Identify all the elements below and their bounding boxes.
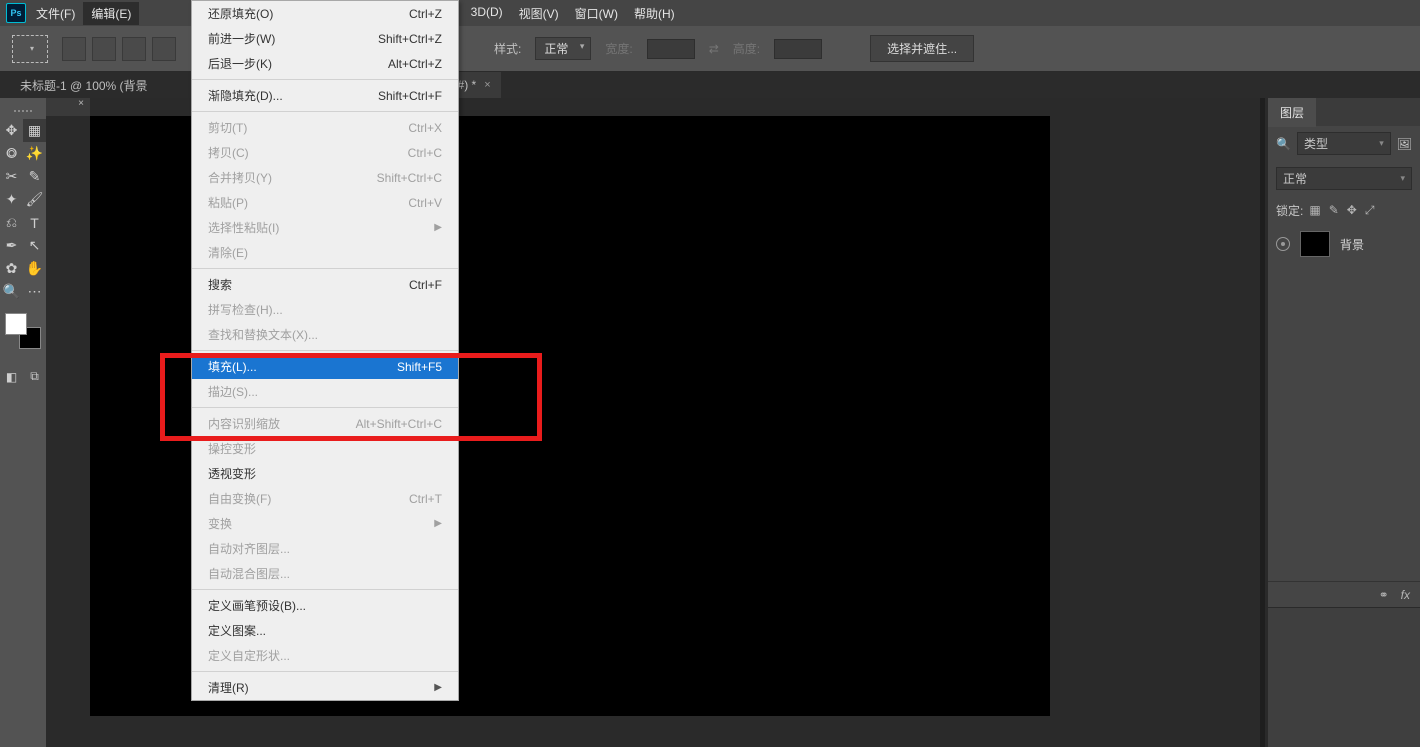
panel-tabs: 图层: [1268, 98, 1420, 126]
style-label: 样式:: [494, 40, 521, 57]
menu-item: 拷贝(C)Ctrl+C: [192, 140, 458, 165]
height-label: 高度:: [733, 40, 760, 57]
image-filter-icon[interactable]: 🖼: [1397, 137, 1412, 151]
edit-menu-dropdown: 还原填充(O)Ctrl+Z前进一步(W)Shift+Ctrl+Z后退一步(K)A…: [191, 0, 459, 701]
lock-position-icon[interactable]: ✎: [1329, 203, 1339, 218]
height-input[interactable]: [774, 39, 822, 59]
move-icon[interactable]: ✥: [0, 119, 23, 142]
rect-marquee-icon[interactable]: ▦: [23, 119, 46, 142]
pen-icon[interactable]: ✒: [0, 234, 23, 257]
visibility-icon[interactable]: [1276, 237, 1290, 251]
menu-item: 合并拷贝(Y)Shift+Ctrl+C: [192, 165, 458, 190]
menu-item[interactable]: 视图(V): [511, 2, 567, 25]
menu-item: 剪切(T)Ctrl+X: [192, 115, 458, 140]
panel-divider[interactable]: [1260, 98, 1265, 747]
menu-item[interactable]: 透视变形: [192, 461, 458, 486]
menu-item[interactable]: 窗口(W): [567, 2, 626, 25]
layer-thumbnail[interactable]: [1300, 231, 1330, 257]
type-icon[interactable]: T: [23, 211, 46, 234]
spot-heal-icon[interactable]: ✦: [0, 188, 23, 211]
menu-item[interactable]: 前进一步(W)Shift+Ctrl+Z: [192, 26, 458, 51]
select-and-mask-button[interactable]: 选择并遮住...: [870, 35, 974, 62]
layer-fx-icon[interactable]: fx: [1401, 588, 1410, 602]
search-icon[interactable]: 🔍: [1276, 137, 1291, 151]
lock-label: 锁定:: [1276, 202, 1303, 219]
menu-item: 变换▶: [192, 511, 458, 536]
menu-item: 查找和替换文本(X)...: [192, 322, 458, 347]
doc-strip-close[interactable]: ×: [46, 98, 90, 116]
tools-panel: ✥▦⭗✨✂✎✦🖌⎌T✒↖✿✋🔍⋯ ◧⧉: [0, 98, 46, 747]
layers-panel: 图层 🔍 类型 🖼 正常 锁定: ▦ ✎ ✥ ⤢ 背景: [1268, 98, 1420, 747]
menu-item[interactable]: 编辑(E): [83, 2, 139, 25]
menu-item: 定义自定形状...: [192, 643, 458, 668]
layer-actions-bar: ⚭ fx: [1268, 581, 1420, 607]
menu-item[interactable]: 文件(F): [28, 2, 83, 25]
layer-row[interactable]: 背景: [1268, 225, 1420, 263]
tool-preset-icon[interactable]: [12, 35, 48, 63]
tab-layers[interactable]: 图层: [1268, 98, 1316, 127]
link-layers-icon[interactable]: ⚭: [1379, 588, 1389, 602]
menu-item: 自由变换(F)Ctrl+T: [192, 486, 458, 511]
menu-item[interactable]: 帮助(H): [626, 2, 683, 25]
selection-intersect-button[interactable]: [152, 37, 176, 61]
color-swatch[interactable]: [3, 311, 43, 351]
clone-icon[interactable]: ⎌: [0, 211, 23, 234]
quickmask-icon[interactable]: ◧: [0, 365, 23, 388]
menu-item: 内容识别缩放Alt+Shift+Ctrl+C: [192, 411, 458, 436]
menu-item[interactable]: 3D(D): [463, 2, 511, 25]
menu-item[interactable]: 渐隐填充(D)...Shift+Ctrl+F: [192, 83, 458, 108]
zoom-icon[interactable]: 🔍: [0, 280, 23, 303]
screenmode-icon[interactable]: ⧉: [23, 365, 46, 388]
menu-item: 自动对齐图层...: [192, 536, 458, 561]
menu-item: 自动混合图层...: [192, 561, 458, 586]
menu-item[interactable]: 后退一步(K)Alt+Ctrl+Z: [192, 51, 458, 76]
swap-icon[interactable]: ⇄: [709, 42, 719, 56]
lock-pixels-icon[interactable]: ▦: [1309, 203, 1320, 218]
menu-item[interactable]: 搜索Ctrl+F: [192, 272, 458, 297]
more-icon[interactable]: ⋯: [23, 280, 46, 303]
menu-item: 拼写检查(H)...: [192, 297, 458, 322]
menu-item[interactable]: 定义图案...: [192, 618, 458, 643]
menu-item: 描边(S)...: [192, 379, 458, 404]
eyedropper-icon[interactable]: ✎: [23, 165, 46, 188]
close-icon[interactable]: ×: [484, 79, 490, 91]
selection-new-button[interactable]: [62, 37, 86, 61]
document-tab[interactable]: 未标题-1 @ 100% (背景: [10, 72, 158, 98]
layer-list: 背景: [1268, 225, 1420, 581]
menu-item: 选择性粘贴(I)▶: [192, 215, 458, 240]
layer-name: 背景: [1340, 236, 1364, 253]
magic-wand-icon[interactable]: ✨: [23, 142, 46, 165]
shape-icon[interactable]: ✿: [0, 257, 23, 280]
selection-subtract-button[interactable]: [122, 37, 146, 61]
hand-icon[interactable]: ✋: [23, 257, 46, 280]
selection-add-button[interactable]: [92, 37, 116, 61]
menu-item: 粘贴(P)Ctrl+V: [192, 190, 458, 215]
width-input[interactable]: [647, 39, 695, 59]
lock-all-icon[interactable]: ⤢: [1365, 203, 1375, 218]
menu-item[interactable]: 清理(R)▶: [192, 675, 458, 700]
layer-filter-select[interactable]: 类型: [1297, 132, 1391, 155]
menu-item[interactable]: 填充(L)...Shift+F5: [192, 354, 458, 379]
path-select-icon[interactable]: ↖: [23, 234, 46, 257]
style-select[interactable]: 正常: [535, 37, 591, 60]
selection-mode-group: [62, 37, 176, 61]
collapsed-panel[interactable]: [1268, 607, 1420, 747]
menu-item: 清除(E): [192, 240, 458, 265]
width-label: 宽度:: [605, 40, 632, 57]
crop-icon[interactable]: ✂: [0, 165, 23, 188]
lock-artboard-icon[interactable]: ✥: [1347, 203, 1357, 218]
blend-mode-select[interactable]: 正常: [1276, 167, 1412, 190]
lasso-icon[interactable]: ⭗: [0, 142, 23, 165]
menu-item[interactable]: 定义画笔预设(B)...: [192, 593, 458, 618]
menu-item: 操控变形: [192, 436, 458, 461]
brush-icon[interactable]: 🖌: [23, 188, 46, 211]
ps-logo-icon: Ps: [6, 3, 26, 23]
foreground-color-swatch[interactable]: [5, 313, 27, 335]
menu-item[interactable]: 还原填充(O)Ctrl+Z: [192, 1, 458, 26]
